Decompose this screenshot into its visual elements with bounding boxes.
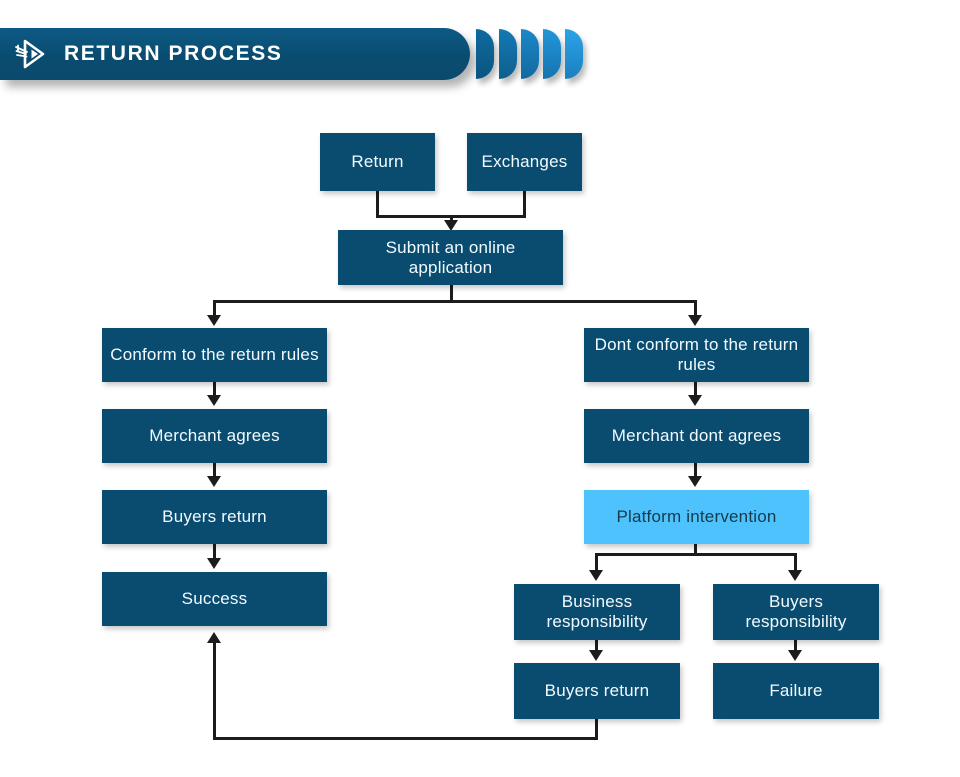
connector-split-bar-main [213,300,697,303]
node-platform-intervention[interactable]: Platform intervention [584,490,809,544]
node-label: Business responsibility [546,592,648,631]
node-label: Conform to the return rules [110,345,319,364]
connector-split-bar-platform [595,553,797,556]
node-success[interactable]: Success [102,572,327,626]
arrowhead-loop-to-success [207,632,221,643]
arrowhead-to-conform [207,315,221,326]
arrowhead-to-platform [688,476,702,487]
node-submit-online-application[interactable]: Submit an online application [338,230,563,285]
connector-platform-left-drop [595,553,598,570]
node-buyers-responsibility[interactable]: Buyers responsibility [713,584,879,640]
play-triangle-arrow-logo-icon [14,37,48,71]
arrowhead-to-buyers-return-left [207,476,221,487]
header-blade-5 [565,29,583,79]
connector-return-to-merge [376,191,379,218]
page-header: RETURN PROCESS [0,28,470,80]
node-label: Buyers return [544,681,650,700]
node-business-responsibility[interactable]: Business responsibility [514,584,680,640]
arrowhead-to-merchant-agrees [207,395,221,406]
header-blade-4 [543,29,561,79]
node-buyers-return-left[interactable]: Buyers return [102,490,327,544]
node-conform-to-return-rules[interactable]: Conform to the return rules [102,328,327,382]
connector-platform-right-drop [794,553,797,570]
node-label: Success [181,589,248,608]
node-label: Dont conform to the return rules [594,335,799,374]
arrowhead-to-buyers-responsibility [788,570,802,581]
node-label: Return [351,152,404,171]
node-label: Platform intervention [616,507,777,526]
header-blade-1 [476,29,494,79]
arrowhead-to-dont-conform [688,315,702,326]
node-label: Merchant agrees [149,426,280,445]
header-blade-2 [499,29,517,79]
node-buyers-return-right[interactable]: Buyers return [514,663,680,719]
node-exchanges[interactable]: Exchanges [467,133,582,191]
node-label: Failure [769,681,823,700]
connector-loop-horizontal [213,737,598,740]
node-label: Exchanges [481,152,568,171]
arrowhead-to-business-responsibility [589,570,603,581]
node-merchant-agrees[interactable]: Merchant agrees [102,409,327,463]
arrowhead-to-success [207,558,221,569]
node-label: Merchant dont agrees [611,426,782,445]
arrowhead-to-merchant-dont-agrees [688,395,702,406]
arrowhead-to-buyers-return-right [589,650,603,661]
node-merchant-dont-agrees[interactable]: Merchant dont agrees [584,409,809,463]
connector-loop-up [213,643,216,738]
node-label: Submit an online application [385,237,516,277]
connector-exchanges-to-merge [523,191,526,218]
node-label: Buyers return [162,507,267,526]
node-dont-conform-to-return-rules[interactable]: Dont conform to the return rules [584,328,809,382]
arrowhead-to-failure [788,650,802,661]
node-label: Buyers responsibility [745,592,847,631]
header-blade-3 [521,29,539,79]
node-failure[interactable]: Failure [713,663,879,719]
node-return[interactable]: Return [320,133,435,191]
page-title: RETURN PROCESS [64,42,283,65]
